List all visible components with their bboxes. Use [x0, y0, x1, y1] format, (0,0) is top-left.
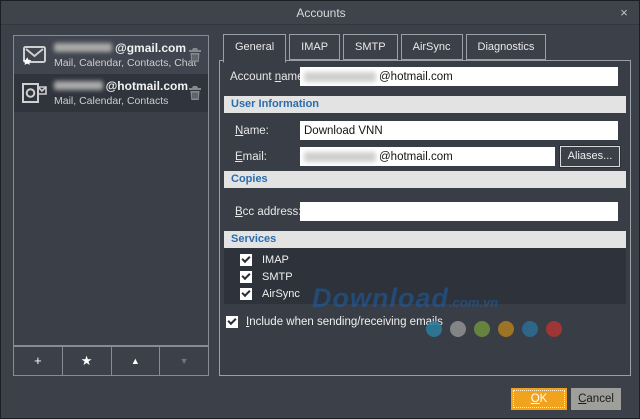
move-down-button[interactable]: ▼ [159, 346, 209, 376]
watermark-dot [474, 321, 490, 337]
cancel-button[interactable]: Cancel [571, 388, 621, 410]
section-services: Services [224, 231, 626, 248]
outlook-icon [22, 82, 47, 104]
account-email: @hotmail.com [54, 78, 188, 93]
account-services: Mail, Calendar, Contacts, Chat [54, 57, 197, 69]
section-copies: Copies [224, 171, 626, 188]
imap-label: IMAP [262, 253, 289, 266]
title-bar: Accounts × [1, 1, 639, 25]
service-row-imap: IMAP [224, 251, 626, 268]
account-list-toolbar: + ★ ▲ ▼ [13, 346, 209, 376]
name-label: Name: [235, 125, 269, 137]
include-label: Include when sending/receiving emails [246, 316, 443, 328]
gmail-icon [22, 44, 47, 66]
account-list: @gmail.com Mail, Calendar, Contacts, Cha… [13, 35, 209, 346]
redacted-username [304, 71, 376, 82]
redacted-username [54, 81, 103, 90]
watermark-dot [546, 321, 562, 337]
section-user-information: User Information [224, 96, 626, 113]
accounts-dialog: Accounts × @gmail.com Mail, Calendar, Co… [0, 0, 640, 419]
service-row-smtp: SMTP [224, 268, 626, 285]
dialog-title: Accounts [296, 6, 346, 20]
general-tab-panel: Account name: @hotmail.com User Informat… [219, 60, 631, 376]
account-services: Mail, Calendar, Contacts [54, 95, 169, 107]
tab-general[interactable]: General [223, 34, 287, 63]
account-row-hotmail[interactable]: @hotmail.com Mail, Calendar, Contacts [14, 74, 208, 112]
delete-account-icon[interactable] [189, 86, 201, 100]
tab-imap[interactable]: IMAP [289, 34, 341, 60]
airsync-label: AirSync [262, 287, 300, 300]
account-name-label: Account name: [230, 71, 307, 83]
airsync-checkbox[interactable] [240, 287, 252, 300]
tab-smtp[interactable]: SMTP [343, 34, 398, 60]
watermark-dots [426, 321, 562, 337]
redacted-username [54, 43, 112, 52]
smtp-checkbox[interactable] [240, 270, 252, 283]
include-row: Include when sending/receiving emails [226, 316, 443, 328]
account-name-input[interactable]: @hotmail.com [300, 67, 618, 86]
account-info: @hotmail.com Mail, Calendar, Contacts [54, 78, 188, 107]
close-icon[interactable]: × [615, 4, 633, 22]
tab-airsync[interactable]: AirSync [400, 34, 463, 60]
include-checkbox[interactable] [226, 316, 238, 328]
redacted-username [304, 151, 376, 162]
bcc-address-label: Bcc address: [235, 206, 302, 218]
tab-diagnostics[interactable]: Diagnostics [465, 34, 547, 60]
delete-account-icon[interactable] [189, 48, 201, 62]
email-label: Email: [235, 151, 267, 163]
bcc-address-input[interactable] [300, 202, 618, 221]
email-input[interactable]: @hotmail.com [300, 147, 555, 166]
service-row-airsync: AirSync [224, 285, 626, 302]
add-account-button[interactable]: + [13, 346, 63, 376]
account-info: @gmail.com Mail, Calendar, Contacts, Cha… [54, 40, 197, 69]
favorite-account-button[interactable]: ★ [61, 346, 112, 376]
imap-checkbox[interactable] [240, 253, 252, 266]
settings-tabs: General IMAP SMTP AirSync Diagnostics [223, 34, 547, 63]
aliases-button[interactable]: Aliases... [560, 146, 620, 167]
smtp-label: SMTP [262, 270, 293, 283]
watermark-dot [522, 321, 538, 337]
ok-button[interactable]: OK [511, 388, 567, 410]
account-row-gmail[interactable]: @gmail.com Mail, Calendar, Contacts, Cha… [14, 36, 208, 74]
move-up-button[interactable]: ▲ [110, 346, 161, 376]
account-email: @gmail.com [54, 40, 188, 55]
watermark-dot [450, 321, 466, 337]
watermark-dot [498, 321, 514, 337]
name-input[interactable] [300, 121, 618, 140]
services-panel: IMAP SMTP AirSync [224, 248, 626, 304]
